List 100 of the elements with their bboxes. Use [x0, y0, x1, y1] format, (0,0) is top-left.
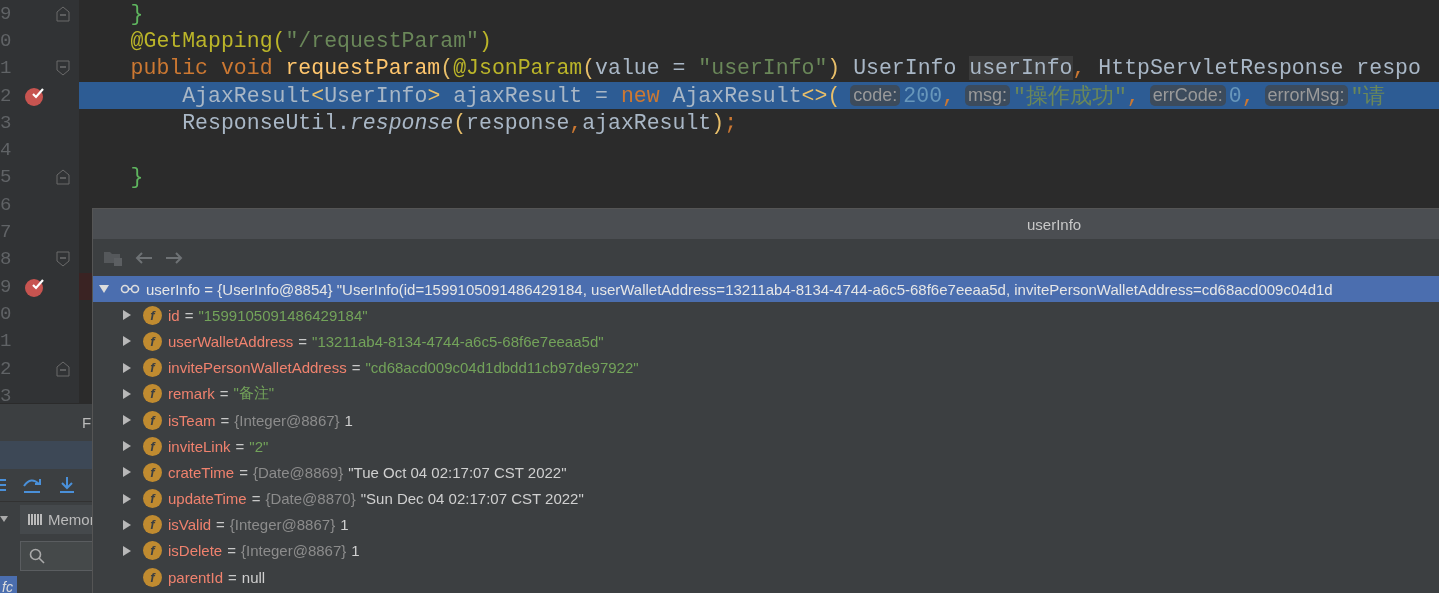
field-icon: f	[143, 331, 162, 351]
code-token: (	[440, 56, 454, 81]
collapsed-triangle-icon[interactable]	[121, 361, 133, 374]
equals-sign: =	[351, 359, 361, 377]
code-token: )	[711, 110, 725, 135]
collapsed-triangle-icon[interactable]	[121, 309, 133, 322]
field-value: "Tue Oct 04 02:17:07 CST 2022"	[348, 463, 567, 481]
field-type: {Date@8869}	[252, 463, 344, 481]
field-name: inviteLink	[168, 437, 231, 455]
field-icon: f	[143, 462, 162, 482]
field-value: "1599105091486429184"	[198, 306, 368, 324]
window-title: userInfo	[1027, 215, 1082, 233]
tree-row[interactable]: userInfo = {UserInfo@8854} "UserInfo(id=1599105091486429184, userWalletAddress=13211ab4-8134-4744-a6c5-68f6e7eeaa5d, invitePersonWalletAddress=cd68acd009c04d1d	[93, 276, 1439, 303]
code-token: ,	[1072, 56, 1086, 81]
code-token: public void	[129, 56, 274, 81]
fold-marker-icon[interactable]	[56, 251, 70, 268]
field-value: null	[241, 568, 266, 586]
code-token: value =	[595, 56, 687, 81]
equals-sign: =	[220, 411, 230, 429]
step-into-icon[interactable]	[58, 476, 76, 494]
step-over-icon[interactable]	[22, 476, 42, 494]
code-token: (	[582, 56, 596, 81]
code-token: }	[129, 1, 144, 26]
field-icon: f	[143, 384, 162, 404]
fold-marker-icon[interactable]	[56, 360, 70, 377]
code-token: <>(	[801, 83, 841, 108]
code-token: ResponseUtil.	[181, 110, 350, 135]
code-token: @JsonParam	[453, 56, 583, 81]
code-token: UserInfo	[852, 56, 958, 81]
code-token: 0	[1228, 83, 1242, 108]
code-token: HttpServletResponse respo	[1097, 56, 1421, 81]
code-token: <	[311, 83, 325, 108]
field-type: {Integer@8867}	[234, 411, 340, 429]
parameter-hint: code:	[850, 85, 901, 107]
field-value: "cd68acd009c04d1dbdd11cb97de97922"	[365, 359, 639, 377]
collapsed-triangle-icon[interactable]	[121, 466, 133, 479]
field-name: isValid	[168, 516, 212, 534]
list-item[interactable]: fc	[0, 576, 17, 593]
code-token: new	[620, 83, 660, 108]
code-token: userInfo	[969, 56, 1073, 81]
code-token: "请	[1350, 84, 1386, 111]
panel-tab[interactable]: F	[82, 414, 92, 431]
equals-sign: =	[251, 490, 261, 508]
collapsed-triangle-icon[interactable]	[121, 414, 133, 427]
field-type: {Integer@8867}	[229, 516, 336, 534]
collapsed-triangle-icon[interactable]	[121, 544, 133, 557]
code-token: ;	[724, 110, 738, 135]
code-token: ,	[942, 83, 955, 108]
caret-icon[interactable]	[0, 516, 8, 522]
field-icon: f	[143, 436, 162, 456]
search-icon	[29, 548, 45, 564]
code-token: ,	[1241, 83, 1255, 108]
field-name: updateTime	[168, 490, 247, 508]
list-icon[interactable]	[0, 478, 6, 492]
collapsed-triangle-icon[interactable]	[121, 518, 133, 531]
field-type: {Integer@8867}	[240, 542, 347, 560]
collapsed-triangle-icon[interactable]	[121, 335, 133, 348]
code-token: AjaxResult	[181, 83, 312, 108]
glasses-icon	[120, 284, 140, 295]
field-icon: f	[143, 358, 162, 378]
field-icon: f	[143, 541, 162, 561]
field-name: isTeam	[168, 411, 216, 429]
code-token: (	[453, 110, 467, 135]
code-token: response	[349, 110, 454, 135]
fold-marker-icon[interactable]	[56, 60, 70, 77]
equals-sign: =	[219, 385, 229, 403]
field-name: invitePersonWalletAddress	[168, 359, 347, 377]
code-token: >	[427, 83, 441, 108]
tree-item-label: userInfo = {UserInfo@8854} "UserInfo(id=1599105091486429184, userWalletAddress=13211ab4-8134-4744-a6c5-68f6e7eeaa5d, invitePersonWalletAddress=cd68acd009c04d1d	[146, 280, 1333, 298]
code-token: "userInfo"	[698, 56, 828, 81]
equals-sign: =	[298, 332, 308, 350]
equals-sign: =	[228, 568, 237, 586]
field-value: "13211ab4-8134-4744-a6c5-68f6e7eeaa5d"	[312, 332, 604, 350]
field-icon: f	[143, 489, 162, 509]
code-token: ajaxResult	[582, 110, 712, 135]
field-value: 1	[340, 516, 349, 534]
field-value: "Sun Dec 04 02:17:07 CST 2022"	[360, 490, 584, 508]
parameter-hint: errorMsg:	[1264, 85, 1348, 107]
field-type: {Date@8870}	[265, 490, 356, 508]
fold-marker-icon[interactable]	[56, 5, 70, 22]
field-value: 1	[344, 411, 353, 429]
equals-sign: =	[216, 516, 225, 534]
collapsed-triangle-icon[interactable]	[121, 492, 133, 505]
code-token: requestParam	[285, 56, 441, 81]
field-value: "2"	[249, 437, 269, 455]
fold-marker-icon[interactable]	[56, 169, 70, 186]
collapsed-triangle-icon[interactable]	[121, 440, 133, 453]
code-token: 200	[903, 83, 943, 108]
field-icon: f	[143, 567, 162, 587]
equals-sign: =	[235, 437, 245, 455]
code-token: }	[129, 165, 144, 190]
parameter-hint: msg:	[964, 85, 1010, 107]
code-token: "/requestParam"	[285, 28, 479, 53]
field-value: 1	[351, 542, 360, 560]
code-token: ajaxResult =	[452, 83, 609, 108]
collapsed-triangle-icon[interactable]	[121, 387, 133, 400]
code-token: )	[827, 56, 841, 81]
field-name: remark	[168, 385, 215, 403]
code-token: ,	[569, 110, 583, 135]
memory-icon	[28, 512, 42, 526]
